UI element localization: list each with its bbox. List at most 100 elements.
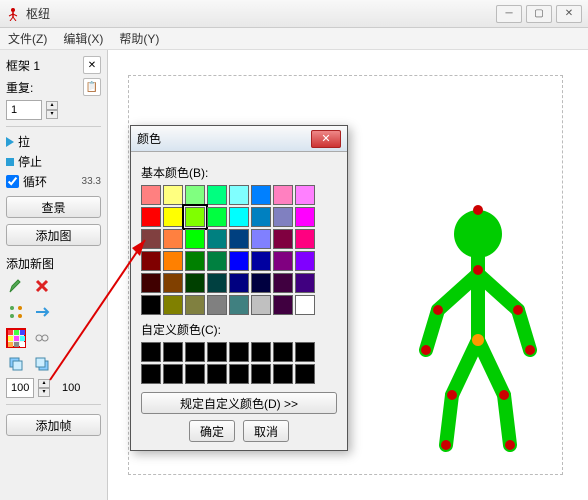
custom-swatch[interactable]: [163, 364, 183, 384]
color-swatch[interactable]: [229, 185, 249, 205]
color-swatch[interactable]: [295, 295, 315, 315]
scale-a-input[interactable]: [6, 378, 34, 398]
custom-swatch[interactable]: [185, 364, 205, 384]
custom-swatch[interactable]: [207, 342, 227, 362]
add-image-button[interactable]: 添加图: [6, 224, 101, 246]
join-icon[interactable]: [32, 328, 52, 348]
menu-help[interactable]: 帮助(Y): [119, 30, 159, 47]
dialog-title: 颜色: [137, 130, 311, 147]
color-swatch[interactable]: [295, 185, 315, 205]
custom-color-grid: [141, 342, 337, 384]
sticks-icon[interactable]: [6, 302, 26, 322]
color-swatch[interactable]: [141, 229, 161, 249]
color-swatch[interactable]: [163, 273, 183, 293]
define-custom-button[interactable]: 规定自定义颜色(D) >>: [141, 392, 337, 414]
color-swatch[interactable]: [251, 273, 271, 293]
color-swatch[interactable]: [207, 251, 227, 271]
color-swatch[interactable]: [163, 251, 183, 271]
color-swatch[interactable]: [207, 295, 227, 315]
custom-swatch[interactable]: [229, 364, 249, 384]
color-swatch[interactable]: [207, 185, 227, 205]
remove-frame-button[interactable]: ✕: [83, 56, 101, 74]
color-swatch[interactable]: [141, 185, 161, 205]
play-button[interactable]: 拉: [6, 133, 101, 150]
color-swatch[interactable]: [295, 207, 315, 227]
custom-swatch[interactable]: [229, 342, 249, 362]
copy-frame-button[interactable]: 📋: [83, 78, 101, 96]
color-swatch[interactable]: [185, 295, 205, 315]
color-swatch[interactable]: [141, 251, 161, 271]
color-swatch[interactable]: [251, 185, 271, 205]
color-swatch[interactable]: [251, 295, 271, 315]
color-swatch[interactable]: [207, 229, 227, 249]
color-swatch[interactable]: [141, 207, 161, 227]
menu-bar: 文件(Z) 编辑(X) 帮助(Y): [0, 28, 588, 50]
color-swatch[interactable]: [229, 251, 249, 271]
custom-swatch[interactable]: [273, 342, 293, 362]
maximize-button[interactable]: ▢: [526, 5, 552, 23]
color-swatch[interactable]: [273, 273, 293, 293]
color-swatch[interactable]: [163, 207, 183, 227]
color-swatch[interactable]: [251, 251, 271, 271]
color-swatch[interactable]: [185, 229, 205, 249]
menu-edit[interactable]: 编辑(X): [63, 30, 103, 47]
color-swatch[interactable]: [273, 295, 293, 315]
minimize-button[interactable]: ─: [496, 5, 522, 23]
scale-a-spinner[interactable]: ▴▾: [38, 379, 50, 397]
layer-front-icon[interactable]: [6, 354, 26, 374]
color-swatch[interactable]: [229, 229, 249, 249]
custom-swatch[interactable]: [207, 364, 227, 384]
color-swatch[interactable]: [185, 251, 205, 271]
custom-swatch[interactable]: [163, 342, 183, 362]
color-swatch[interactable]: [163, 295, 183, 315]
color-swatch[interactable]: [251, 207, 271, 227]
pencil-icon[interactable]: [6, 276, 26, 296]
add-frame-button[interactable]: 添加帧: [6, 414, 101, 436]
background-button[interactable]: 查景: [6, 196, 101, 218]
color-swatch[interactable]: [141, 295, 161, 315]
custom-swatch[interactable]: [251, 342, 271, 362]
cancel-button[interactable]: 取消: [243, 420, 289, 442]
color-swatch[interactable]: [185, 185, 205, 205]
custom-swatch[interactable]: [185, 342, 205, 362]
color-swatch[interactable]: [273, 207, 293, 227]
color-swatch[interactable]: [273, 251, 293, 271]
arrows-icon[interactable]: [32, 302, 52, 322]
custom-swatch[interactable]: [295, 342, 315, 362]
loop-checkbox[interactable]: [6, 175, 19, 188]
delete-icon[interactable]: [32, 276, 52, 296]
color-swatch[interactable]: [251, 229, 271, 249]
color-swatch[interactable]: [295, 273, 315, 293]
stick-figure[interactable]: [388, 200, 568, 460]
color-swatch[interactable]: [273, 229, 293, 249]
play-label: 拉: [18, 133, 30, 150]
color-swatch[interactable]: [141, 273, 161, 293]
color-swatch[interactable]: [163, 185, 183, 205]
color-swatch[interactable]: [185, 207, 205, 227]
color-swatch[interactable]: [207, 273, 227, 293]
color-swatch[interactable]: [273, 185, 293, 205]
custom-swatch[interactable]: [273, 364, 293, 384]
close-button[interactable]: ✕: [556, 5, 582, 23]
custom-swatch[interactable]: [251, 364, 271, 384]
repeat-spinner[interactable]: ▴▾: [46, 101, 58, 119]
color-swatch[interactable]: [185, 273, 205, 293]
color-swatch[interactable]: [229, 273, 249, 293]
custom-swatch[interactable]: [141, 364, 161, 384]
color-swatch[interactable]: [163, 229, 183, 249]
color-swatch[interactable]: [207, 207, 227, 227]
dialog-close-button[interactable]: ✕: [311, 130, 341, 148]
ok-button[interactable]: 确定: [189, 420, 235, 442]
color-swatch[interactable]: [229, 295, 249, 315]
dialog-titlebar[interactable]: 颜色 ✕: [131, 126, 347, 152]
color-swatch[interactable]: [295, 229, 315, 249]
stop-button[interactable]: 停止: [6, 153, 101, 170]
repeat-input[interactable]: [6, 100, 42, 120]
color-swatch[interactable]: [229, 207, 249, 227]
menu-file[interactable]: 文件(Z): [8, 30, 47, 47]
custom-swatch[interactable]: [141, 342, 161, 362]
custom-swatch[interactable]: [295, 364, 315, 384]
layer-back-icon[interactable]: [32, 354, 52, 374]
color-swatch[interactable]: [295, 251, 315, 271]
color-palette-button[interactable]: [6, 328, 26, 348]
